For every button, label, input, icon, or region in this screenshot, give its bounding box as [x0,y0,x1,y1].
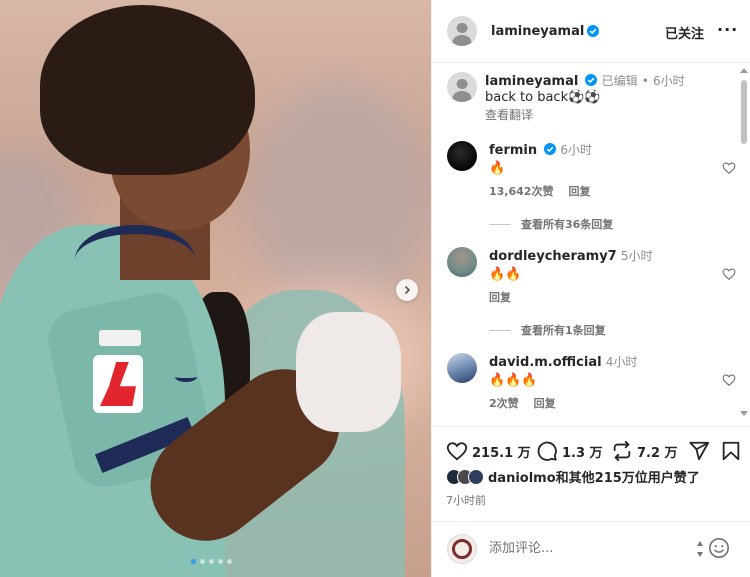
comment-author[interactable]: dordleycheramy7 [489,249,617,264]
comment-composer [432,521,750,577]
comment-author[interactable]: david.m.official [489,355,602,370]
carousel-dot [227,559,232,564]
verified-icon [587,25,600,37]
share-button[interactable] [688,440,710,462]
post-side-panel: lamineyamal 已关注 ··· lamineyamal 已编辑 • 6小… [431,0,750,577]
carousel-dot [200,559,205,564]
jersey-collar [75,225,195,295]
comment-input[interactable] [489,541,689,556]
edited-label: 已编辑 [601,74,638,88]
caption-text: back to back⚽️⚽️ [485,90,601,105]
carousel-dots [191,559,232,564]
repost-button[interactable]: 7.2 万 [611,440,678,462]
taped-fist [296,312,401,432]
post-actions: 215.1 万 1.3 万 7.2 万 daniolmo和其他215万位用户赞了… [432,426,750,577]
avatar[interactable] [447,353,477,383]
view-replies-link[interactable]: 查看所有1条回复 [489,322,606,338]
comment-meta: 13,642次赞 回复 [489,183,729,199]
scrollbar-thumb[interactable] [741,80,747,144]
heart-icon[interactable] [722,161,736,175]
emoji-icon[interactable] [708,537,730,559]
repost-count: 7.2 万 [637,445,678,461]
divider [489,329,511,331]
following-button[interactable]: 已关注 [665,23,704,42]
bookmark-icon [722,441,740,461]
avatar[interactable] [447,141,477,171]
liked-by-text: daniolmo和其他215万位用户赞了 [488,471,700,486]
scroll-up-arrow[interactable] [740,68,748,73]
avatar[interactable] [447,247,477,277]
carousel-next-button[interactable] [396,279,418,301]
caption-header: lamineyamal 已编辑 • 6小时 [485,72,725,89]
like-count: 215.1 万 [472,445,531,461]
player-hair [40,5,255,175]
share-icon [689,441,710,461]
view-replies-link[interactable]: 查看所有36条回复 [489,216,613,232]
comment-header: fermin 6小时 [489,141,729,158]
view-replies-label: 查看所有36条回复 [521,218,614,231]
comment-time: 6小时 [560,143,593,157]
post-header: lamineyamal 已关注 ··· [432,0,750,63]
post-viewer: lamineyamal 已关注 ··· lamineyamal 已编辑 • 6小… [0,0,750,577]
comment-button[interactable]: 1.3 万 [536,440,603,462]
comment-icon [537,441,557,461]
heart-icon[interactable] [722,267,736,281]
comment-text: 🔥 [489,161,506,176]
verified-icon [585,74,598,86]
comment-likes[interactable]: 2次赞 [489,395,519,411]
comment-meta: 2次赞 回复 [489,395,729,411]
save-button[interactable] [720,440,742,462]
comment-time: 4小时 [605,355,638,369]
scroll-down-arrow[interactable] [740,411,748,416]
separator: • [641,74,649,88]
avatar [447,534,477,564]
author-username[interactable]: lamineyamal [491,24,584,39]
divider [489,223,511,225]
view-replies-label: 查看所有1条回复 [521,324,606,337]
reply-button[interactable]: 回复 [568,183,590,199]
avatar [468,468,484,485]
post-timestamp[interactable]: 7小时前 [446,492,486,508]
comment-text: 🔥🔥 [489,267,522,282]
avatar[interactable] [447,16,477,46]
post-photo[interactable] [0,0,431,577]
caption-author[interactable]: lamineyamal [485,74,578,89]
carousel-dot [209,559,214,564]
repost-icon [613,440,631,462]
reply-button[interactable]: 回复 [489,289,511,305]
carousel-dot [218,559,223,564]
comment-count: 1.3 万 [562,445,603,461]
liked-by-row[interactable]: daniolmo和其他215万位用户赞了 [446,467,700,486]
caption-content: lamineyamal 已编辑 • 6小时 back to back⚽️⚽️ 查… [485,72,725,123]
sponsor-patch [99,330,141,346]
carousel-dot [191,559,196,564]
more-options-button[interactable]: ··· [717,20,738,39]
comment-time: 5小时 [620,249,653,263]
comments-list[interactable]: lamineyamal 已编辑 • 6小时 back to back⚽️⚽️ 查… [432,64,750,426]
verified-icon [544,143,557,155]
comment-header: dordleycheramy7 5小时 [489,247,729,264]
caption-time: 6小时 [652,74,685,88]
comment-likes[interactable]: 13,642次赞 [489,183,553,199]
next-chevron-icon [404,285,411,295]
reply-button[interactable]: 回复 [534,395,556,411]
comment-author[interactable]: fermin [489,143,537,158]
heart-icon [446,442,468,461]
brand-logo [175,372,197,382]
comment-header: david.m.official 4小时 [489,353,729,370]
comment-content: david.m.official 4小时 🔥🔥🔥 2次赞 回复 [489,353,729,411]
heart-icon[interactable] [722,373,736,387]
liker-avatars [446,468,484,485]
comment-meta: 回复 [489,289,729,305]
resize-icon[interactable] [695,539,705,559]
comment-text: 🔥🔥🔥 [489,373,538,388]
comment-content: dordleycheramy7 5小时 🔥🔥 回复 [489,247,729,305]
avatar[interactable] [447,72,477,102]
like-button[interactable]: 215.1 万 [446,440,531,462]
see-translation-link[interactable]: 查看翻译 [485,106,725,123]
comment-content: fermin 6小时 🔥 13,642次赞 回复 [489,141,729,199]
